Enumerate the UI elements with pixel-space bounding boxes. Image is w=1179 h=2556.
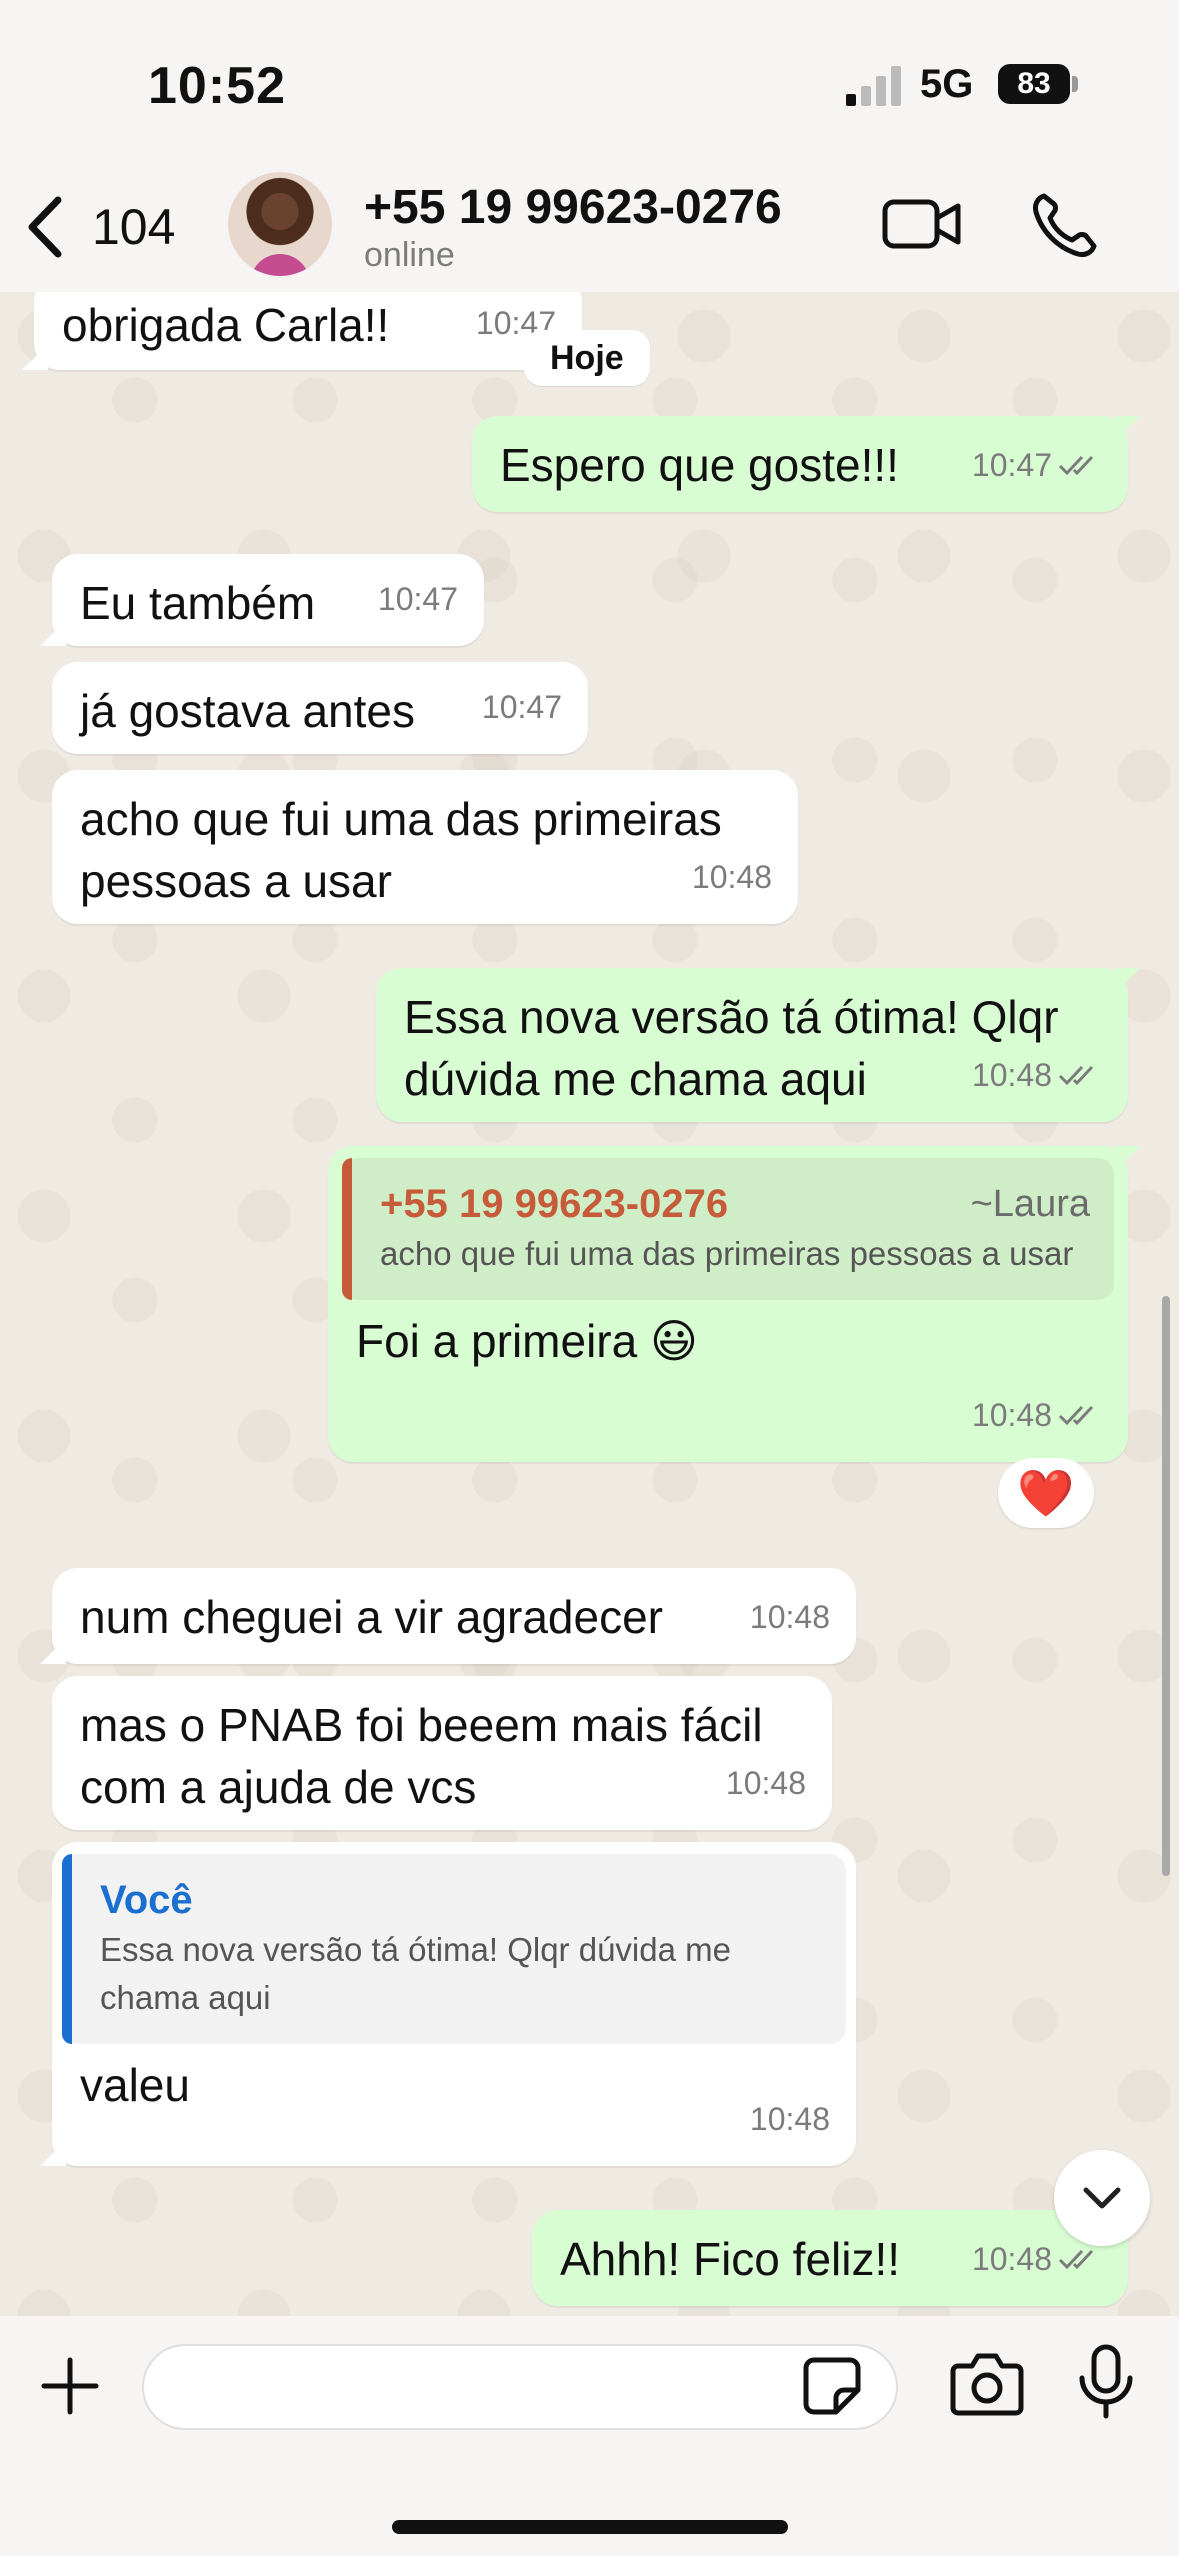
sticker-icon[interactable] [802,2356,862,2416]
message-meta: 10:48 [972,1044,1102,1106]
signal-icon [846,66,901,106]
quote-author: Você [100,1878,193,1922]
message-out-reply[interactable]: +55 19 99623-0276 ~Laura acho que fui um… [328,1146,1128,1462]
message-text: valeu [80,2059,190,2111]
message-meta: 10:47 [972,434,1102,496]
message-out[interactable]: Espero que goste!!! 10:47 [472,416,1128,512]
message-in[interactable]: já gostava antes 10:47 [52,662,588,754]
read-ticks-icon [1058,455,1094,476]
quote-author: +55 19 99623-0276 [380,1182,729,1226]
back-chevron-icon[interactable] [20,192,70,262]
message-out[interactable]: Essa nova versão tá ótima! Qlqr dúvida m… [376,968,1128,1122]
message-text: Espero que goste!!! [500,439,899,491]
contact-status: online [364,236,455,274]
quote-text: acho que fui uma das primeiras pessoas a… [380,1235,1074,1272]
message-time: 10:48 [971,1397,1052,1433]
message-in[interactable]: acho que fui uma das primeiras pessoas a… [52,770,798,924]
quote-bar [342,1158,352,1300]
message-time: 10:48 [971,2241,1052,2277]
scrollbar[interactable] [1162,1296,1170,1876]
read-ticks-icon [1058,1405,1094,1426]
quote-text: Essa nova versão tá ótima! Qlqr dúvida m… [100,1931,731,2016]
message-in-reply[interactable]: Você Essa nova versão tá ótima! Qlqr dúv… [52,1842,856,2166]
message-time: 10:48 [971,1057,1052,1093]
message-input[interactable] [142,2344,898,2430]
message-text: Eu também [80,577,316,629]
message-time: 10:47 [481,689,562,725]
chevron-down-icon [1083,2187,1121,2209]
video-call-icon[interactable] [882,192,962,256]
message-text: Ahhh! Fico feliz!! [560,2233,901,2285]
message-meta: 10:48 [972,1384,1102,1446]
quote-bar [62,1854,72,2044]
avatar[interactable] [228,172,332,276]
plus-icon[interactable] [40,2356,100,2416]
message-text: já gostava antes [80,685,416,737]
message-in[interactable]: num cheguei a vir agradecer 10:48 [52,1568,856,1664]
message-text: num cheguei a vir agradecer [80,1591,663,1643]
home-indicator [392,2520,788,2534]
quote-alias: ~Laura [970,1183,1090,1225]
message-time: 10:48 [749,2101,830,2137]
contact-name[interactable]: +55 19 99623-0276 [364,180,782,235]
day-separator: Hoje [524,330,650,386]
quoted-message[interactable]: +55 19 99623-0276 ~Laura acho que fui um… [342,1158,1114,1300]
scroll-to-bottom-button[interactable] [1054,2150,1150,2246]
microphone-icon[interactable] [1076,2344,1136,2420]
message-time: 10:48 [725,1765,806,1801]
camera-icon[interactable] [950,2350,1024,2416]
message-time: 10:48 [691,859,772,895]
message-time: 10:48 [749,1599,830,1635]
message-time: 10:47 [971,447,1052,483]
battery-level: 83 [998,64,1070,104]
network-type: 5G [920,62,974,106]
unread-count[interactable]: 104 [92,198,175,256]
message-text: Foi a primeira 😃 [356,1315,698,1367]
message-in[interactable]: obrigada Carla!! 10:47 [34,292,582,370]
read-ticks-icon [1058,2249,1094,2270]
message-time: 10:47 [377,581,458,617]
message-text: acho que fui uma das primeiras pessoas a… [80,793,722,907]
read-ticks-icon [1058,1065,1094,1086]
chat-header: 10:52 5G 83 104 +55 19 99623-0276 online [0,0,1179,292]
quoted-message[interactable]: Você Essa nova versão tá ótima! Qlqr dúv… [62,1854,846,2044]
message-in[interactable]: mas o PNAB foi beeem mais fácil com a aj… [52,1676,832,1830]
message-text: mas o PNAB foi beeem mais fácil com a aj… [80,1699,763,1813]
status-time: 10:52 [148,57,286,115]
phone-call-icon[interactable] [1030,190,1100,260]
chat-area[interactable]: obrigada Carla!! 10:47 Espero que goste!… [0,292,1179,2316]
message-out[interactable]: Ahhh! Fico feliz!! 10:48 [532,2210,1128,2306]
heart-icon[interactable]: ❤️ [998,1458,1094,1528]
message-in[interactable]: Eu também 10:47 [52,554,484,646]
message-text: obrigada Carla!! [62,299,390,351]
battery-tip [1072,76,1078,92]
